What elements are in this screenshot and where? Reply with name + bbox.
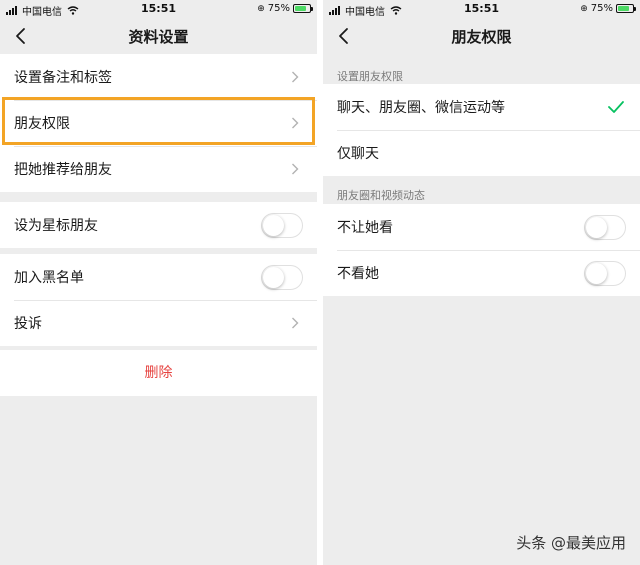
status-left: 中国电信 — [6, 3, 79, 18]
row-label: 不看她 — [337, 266, 379, 282]
chevron-right-icon — [292, 317, 299, 329]
hide-from-her-toggle[interactable] — [584, 214, 626, 240]
battery-icon — [616, 4, 636, 13]
row-label: 把她推荐给朋友 — [14, 162, 112, 178]
nav-bar: 资料设置 — [0, 18, 317, 54]
delete-button[interactable]: 删除 — [0, 350, 317, 396]
row-dont-see-her: 不看她 — [323, 250, 640, 296]
status-right: ⊕ 75% — [257, 3, 313, 14]
moments-options: 不让她看 不看她 — [323, 204, 640, 296]
row-label: 投诉 — [14, 316, 42, 332]
nav-bar: 朋友权限 — [323, 18, 640, 54]
signal-icon — [329, 6, 341, 15]
row-label: 朋友权限 — [14, 116, 70, 132]
row-label: 不让她看 — [337, 220, 393, 236]
row-hide-from-her: 不让她看 — [323, 204, 640, 250]
status-bar: 中国电信 15:51 ⊕ 75% — [0, 0, 317, 18]
battery-percent: 75% — [267, 3, 290, 14]
chevron-right-icon — [292, 117, 299, 129]
settings-group-2: 设为星标朋友 — [0, 202, 317, 248]
row-label: 加入黑名单 — [14, 270, 84, 286]
option-chat-moments-sport[interactable]: 聊天、朋友圈、微信运动等 — [323, 84, 640, 130]
row-recommend-to-friend[interactable]: 把她推荐给朋友 — [0, 146, 317, 192]
page-title: 资料设置 — [128, 28, 189, 46]
settings-group-1: 设置备注和标签 朋友权限 把她推荐给朋友 — [0, 54, 317, 192]
row-set-remark[interactable]: 设置备注和标签 — [0, 54, 317, 100]
orientation-lock-icon: ⊕ — [257, 3, 265, 14]
check-icon — [608, 101, 624, 113]
status-time: 15:51 — [463, 2, 500, 15]
row-star-friend: 设为星标朋友 — [0, 202, 317, 248]
chevron-right-icon — [292, 71, 299, 83]
row-friend-permissions[interactable]: 朋友权限 — [0, 100, 317, 146]
left-screen: 中国电信 15:51 ⊕ 75% 资料设置 设置备注和标签 朋友权限 把她推荐给… — [0, 0, 317, 565]
battery-percent: 75% — [590, 3, 613, 14]
section-header-moments: 朋友圈和视频动态 — [337, 189, 425, 202]
watermark: 头条 @最美应用 — [516, 534, 626, 552]
status-time: 15:51 — [140, 2, 177, 15]
signal-icon — [6, 6, 18, 15]
row-complain[interactable]: 投诉 — [0, 300, 317, 346]
wifi-icon — [390, 6, 402, 15]
right-screen: 中国电信 15:51 ⊕ 75% 朋友权限 设置朋友权限 聊天、朋友圈、微信运动… — [323, 0, 640, 565]
row-label: 设为星标朋友 — [14, 218, 98, 234]
row-label: 设置备注和标签 — [14, 70, 112, 86]
status-bar: 中国电信 15:51 ⊕ 75% — [323, 0, 640, 18]
status-left: 中国电信 — [329, 3, 402, 18]
option-label: 仅聊天 — [337, 146, 379, 162]
permission-options: 聊天、朋友圈、微信运动等 仅聊天 — [323, 84, 640, 176]
carrier-name: 中国电信 — [345, 7, 385, 18]
wifi-icon — [67, 6, 79, 15]
chevron-right-icon — [292, 163, 299, 175]
carrier-name: 中国电信 — [22, 7, 62, 18]
section-header-permissions: 设置朋友权限 — [337, 70, 403, 83]
dont-see-her-toggle[interactable] — [584, 260, 626, 286]
page-title: 朋友权限 — [451, 28, 512, 46]
option-chat-only[interactable]: 仅聊天 — [323, 130, 640, 176]
star-friend-toggle[interactable] — [261, 212, 303, 238]
orientation-lock-icon: ⊕ — [580, 3, 588, 14]
option-label: 聊天、朋友圈、微信运动等 — [337, 100, 505, 116]
battery-fill — [618, 6, 629, 11]
blacklist-toggle[interactable] — [261, 264, 303, 290]
row-blacklist: 加入黑名单 — [0, 254, 317, 300]
battery-fill — [295, 6, 306, 11]
battery-icon — [293, 4, 313, 13]
status-right: ⊕ 75% — [580, 3, 636, 14]
settings-group-3: 加入黑名单 投诉 — [0, 254, 317, 346]
